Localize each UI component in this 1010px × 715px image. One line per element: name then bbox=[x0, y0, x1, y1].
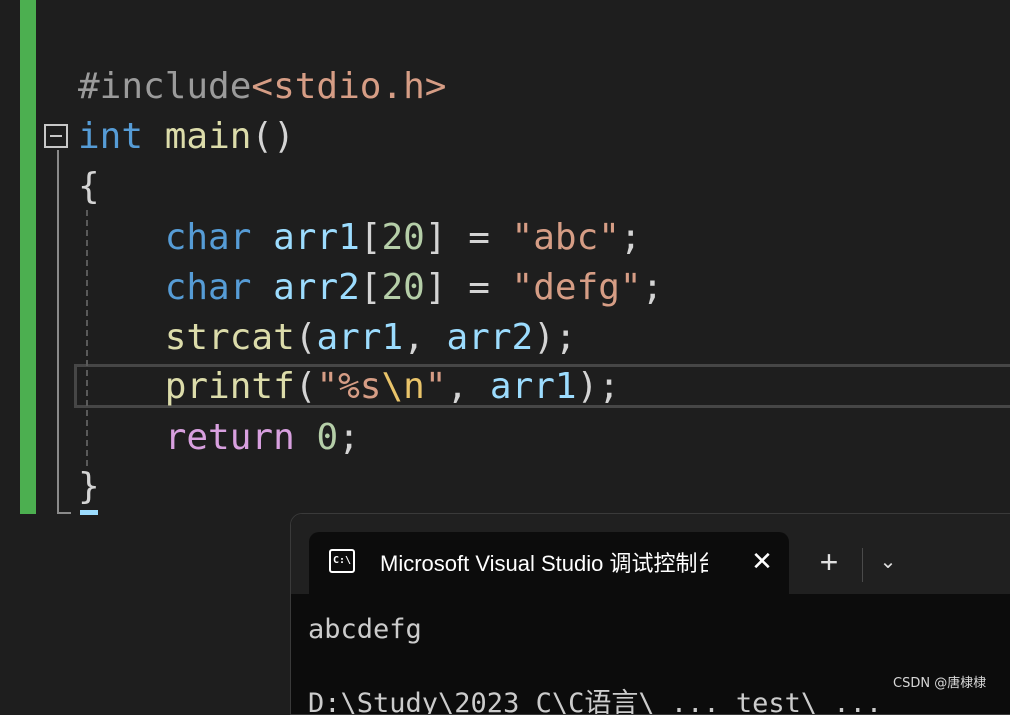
terminal-titlebar[interactable]: C:\ Microsoft Visual Studio 调试控制台 ✕ + ⌄ bbox=[291, 514, 1010, 594]
code-token: arr2 bbox=[446, 317, 534, 358]
code-token: ; bbox=[641, 267, 664, 308]
titlebar-divider bbox=[862, 548, 863, 582]
text-cursor bbox=[80, 510, 98, 515]
terminal-tab[interactable]: C:\ Microsoft Visual Studio 调试控制台 ✕ bbox=[309, 532, 789, 594]
code-line[interactable]: printf("%s\n", arr1); bbox=[78, 362, 620, 412]
code-token: %s bbox=[338, 366, 382, 407]
code-token: arr1 bbox=[489, 366, 577, 407]
code-token: "abc" bbox=[511, 217, 620, 258]
close-tab-button[interactable]: ✕ bbox=[747, 546, 777, 576]
terminal-tab-title: Microsoft Visual Studio 调试控制台 bbox=[380, 551, 708, 576]
collapse-icon[interactable] bbox=[44, 124, 68, 148]
code-token: ( bbox=[294, 366, 317, 407]
code-token: ); bbox=[533, 317, 577, 358]
console-icon: C:\ bbox=[329, 549, 355, 573]
code-token: , bbox=[446, 366, 490, 407]
code-token: 20 bbox=[381, 267, 425, 308]
code-token: 20 bbox=[381, 217, 425, 258]
code-line[interactable]: { bbox=[78, 162, 100, 212]
code-token: strcat bbox=[164, 317, 295, 358]
code-token: ; bbox=[619, 217, 642, 258]
code-token: #include bbox=[78, 66, 252, 107]
code-token: 0 bbox=[316, 417, 339, 458]
change-indicator-bar bbox=[20, 0, 36, 514]
watermark: CSDN @唐棣棣 bbox=[893, 676, 987, 691]
code-token: int bbox=[78, 116, 144, 157]
code-line[interactable]: } bbox=[78, 462, 100, 512]
code-token: printf bbox=[164, 366, 295, 407]
code-token: char bbox=[164, 217, 252, 258]
code-line[interactable]: int main() bbox=[78, 112, 295, 162]
code-token: { bbox=[78, 166, 100, 207]
code-token: ); bbox=[576, 366, 620, 407]
code-line[interactable]: #include<stdio.h> bbox=[78, 62, 446, 112]
code-line[interactable]: char arr1[20] = "abc"; bbox=[78, 213, 642, 263]
code-token: return bbox=[164, 417, 295, 458]
code-token: arr1 bbox=[273, 217, 360, 258]
code-token: <stdio.h> bbox=[251, 66, 447, 107]
code-token: [ bbox=[359, 217, 382, 258]
code-token: } bbox=[78, 466, 100, 507]
chevron-down-icon[interactable]: ⌄ bbox=[873, 544, 903, 580]
code-token: [ bbox=[359, 267, 382, 308]
code-token: ( bbox=[294, 317, 317, 358]
program-output: abcdefg bbox=[308, 614, 422, 645]
code-token: \n bbox=[381, 366, 425, 407]
fold-region-line bbox=[57, 150, 59, 514]
code-token: arr2 bbox=[273, 267, 360, 308]
code-token: , bbox=[403, 317, 447, 358]
code-line[interactable]: return 0; bbox=[78, 413, 360, 463]
code-line[interactable]: strcat(arr1, arr2); bbox=[78, 313, 577, 363]
code-token: ] = bbox=[424, 267, 512, 308]
code-token: " bbox=[424, 366, 447, 407]
fold-region-end bbox=[57, 512, 71, 514]
code-line[interactable]: char arr2[20] = "defg"; bbox=[78, 263, 664, 313]
code-token: " bbox=[316, 366, 339, 407]
code-token: main bbox=[164, 116, 252, 157]
code-token: char bbox=[164, 267, 252, 308]
code-token: arr1 bbox=[316, 317, 404, 358]
new-tab-button[interactable]: + bbox=[811, 544, 847, 580]
code-token: () bbox=[251, 116, 295, 157]
code-token: ; bbox=[338, 417, 360, 458]
code-token: ] = bbox=[424, 217, 512, 258]
code-token: "defg" bbox=[511, 267, 642, 308]
